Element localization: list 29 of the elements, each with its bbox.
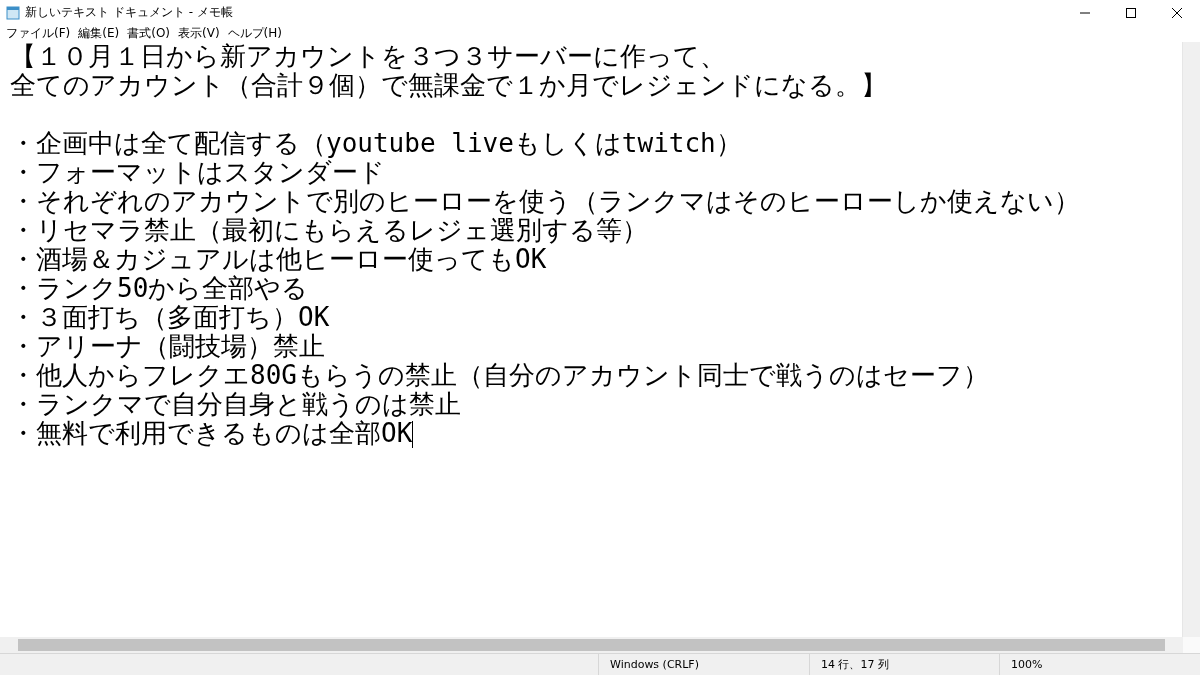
text-line: ・酒場＆カジュアルは他ヒーロー使ってもOK bbox=[10, 244, 547, 274]
menu-item[interactable]: ヘルプ(H) bbox=[223, 25, 286, 42]
scrollbar-thumb[interactable] bbox=[18, 639, 1165, 651]
cursor-position-status: 14 行、17 列 bbox=[809, 654, 999, 675]
text-line: ・３面打ち（多面打ち）OK bbox=[10, 302, 330, 332]
vertical-scrollbar[interactable] bbox=[1182, 42, 1200, 637]
text-line: ・ランク50から全部やる bbox=[10, 273, 309, 303]
text-line: 【１０月１日から新アカウントを３つ３サーバーに作って、 bbox=[10, 42, 727, 71]
text-line: ・フォーマットはスタンダード bbox=[10, 157, 385, 187]
menu-item[interactable]: 表示(V) bbox=[174, 25, 224, 42]
text-line: ・アリーナ（闘技場）禁止 bbox=[10, 331, 325, 361]
menu-item[interactable]: 編集(E) bbox=[74, 25, 124, 42]
close-icon bbox=[1172, 7, 1182, 18]
text-line: ・他人からフレクエ80Gもらうの禁止（自分のアカウント同士で戦うのはセーフ） bbox=[10, 360, 989, 390]
text-line: ・リセマラ禁止（最初にもらえるレジェ選別する等） bbox=[10, 215, 648, 245]
menu-item[interactable]: ファイル(F) bbox=[2, 25, 75, 42]
menu-item[interactable]: 書式(O) bbox=[123, 25, 175, 42]
window-title: 新しいテキスト ドキュメント - メモ帳 bbox=[25, 4, 234, 21]
text-line: ・無料で利用できるものは全部OK bbox=[10, 418, 413, 448]
text-line: ・企画中は全て配信する（youtube liveもしくはtwitch） bbox=[10, 128, 742, 158]
horizontal-scrollbar[interactable] bbox=[0, 637, 1183, 653]
text-cursor bbox=[412, 421, 414, 448]
zoom-status: 100% bbox=[999, 654, 1200, 675]
text-line: ・それぞれのアカウントで別のヒーローを使う（ランクマはそのヒーローしか使えない） bbox=[10, 186, 1080, 216]
maximize-icon bbox=[1126, 7, 1136, 18]
notepad-icon bbox=[6, 5, 20, 20]
text-line: ・ランクマで自分自身と戦うのは禁止 bbox=[10, 389, 461, 419]
line-ending-status: Windows (CRLF) bbox=[598, 654, 809, 675]
text-line: 全てのアカウント（合計９個）で無課金で１か月でレジェンドになる。】 bbox=[10, 71, 888, 100]
